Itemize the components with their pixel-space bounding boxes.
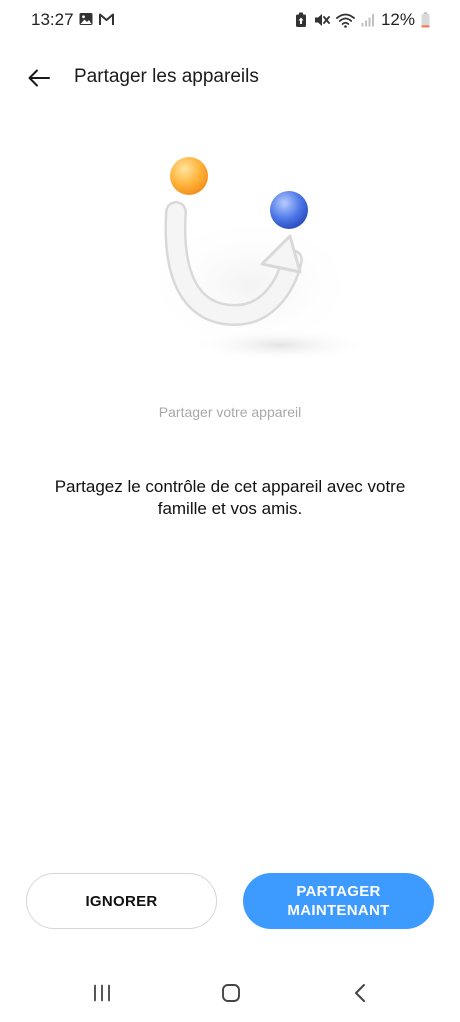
gmail-icon [99,13,114,26]
recent-apps-icon [94,984,110,1002]
share-description: Partagez le contrôle de cet appareil ave… [54,477,406,518]
status-time: 13:27 [31,10,74,29]
mute-icon [313,12,330,28]
share-now-button[interactable]: PARTAGER MAINTENANT [243,873,434,929]
arrow-left-icon [28,69,50,87]
signal-icon [361,13,375,27]
status-bar: 13:27 12% [0,0,460,40]
recent-apps-button[interactable] [82,976,122,1010]
page-title: Partager les appareils [74,66,259,87]
gallery-icon [79,12,93,26]
back-button[interactable] [20,60,58,96]
share-illustration [120,140,370,370]
app-bar: Partager les appareils [0,56,460,100]
battery-percentage: 12% [380,10,415,29]
battery-saver-icon [295,12,307,28]
blue-ball [270,191,308,229]
navigation-bar [0,970,460,1016]
wifi-icon [336,13,355,28]
battery-icon [421,12,430,28]
back-icon [355,984,365,1002]
ignore-button[interactable]: IGNORER [26,873,217,929]
illustration-caption: Partager votre appareil [158,404,302,420]
screen: 13:27 12% Partager les appareils Partage… [0,0,460,1022]
nav-back-button[interactable] [340,976,380,1010]
home-button[interactable] [211,976,251,1010]
status-right: 12% [295,10,430,30]
share-arrow-graphic [140,157,370,361]
orange-ball [170,157,208,195]
status-left-icons [79,12,114,26]
home-icon [222,984,240,1002]
